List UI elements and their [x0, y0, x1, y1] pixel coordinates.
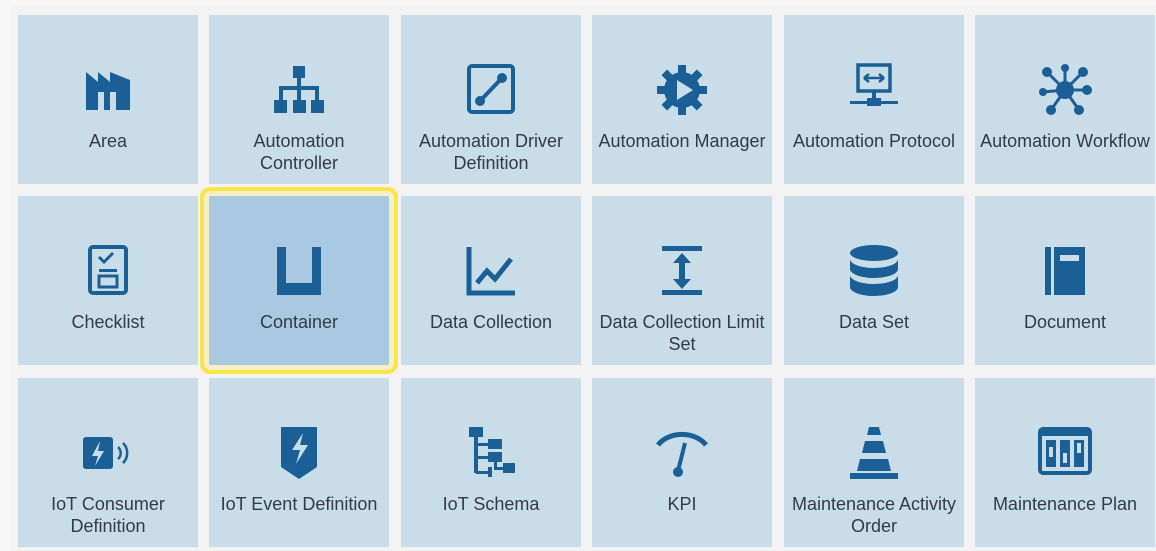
- tile-data-collection[interactable]: Data Collection: [401, 196, 581, 365]
- driver-connection-icon: [463, 62, 519, 118]
- tile-automation-controller[interactable]: Automation Controller: [209, 15, 389, 184]
- tile-label: KPI: [667, 494, 697, 514]
- checklist-icon: [80, 243, 136, 299]
- tile-document[interactable]: Document: [975, 196, 1155, 365]
- tile-maintenance-plan[interactable]: Maintenance Plan: [975, 378, 1155, 547]
- tile-label: Maintenance Activity Order: [791, 494, 957, 536]
- tile-data-collection-limit-set[interactable]: Data Collection Limit Set: [592, 196, 772, 365]
- workflow-nodes-icon: [1037, 62, 1093, 118]
- tile-checklist[interactable]: Checklist: [18, 196, 198, 365]
- tile-data-set[interactable]: Data Set: [784, 196, 964, 365]
- limit-range-icon: [654, 243, 710, 299]
- tile-label: IoT Schema: [442, 494, 540, 514]
- tile-container[interactable]: Container: [200, 187, 398, 374]
- document-icon: [1037, 243, 1093, 299]
- tile-label: Automation Workflow: [980, 131, 1150, 151]
- gear-play-icon: [654, 62, 710, 118]
- tile-label: Document: [1023, 312, 1107, 332]
- iot-event-icon: [271, 425, 327, 481]
- tile-label: Data Set: [838, 312, 910, 332]
- tile-iot-event-definition[interactable]: IoT Event Definition: [209, 378, 389, 547]
- tile-automation-driver-definition[interactable]: Automation Driver Definition: [401, 15, 581, 184]
- tile-automation-manager[interactable]: Automation Manager: [592, 15, 772, 184]
- tile-label: Area: [88, 131, 128, 151]
- traffic-cone-icon: [846, 425, 902, 481]
- line-chart-icon: [463, 243, 519, 299]
- database-icon: [846, 243, 902, 299]
- factory-icon: [80, 62, 136, 118]
- tile-label: Automation Manager: [598, 131, 766, 151]
- tile-label: Container: [259, 312, 339, 332]
- tile-label: Automation Protocol: [792, 131, 956, 151]
- tile-maintenance-activity-order[interactable]: Maintenance Activity Order: [784, 378, 964, 547]
- tile-area[interactable]: Area: [18, 15, 198, 184]
- tile-label: IoT Event Definition: [220, 494, 378, 514]
- tile-label: Checklist: [71, 312, 145, 332]
- tile-label: Automation Controller: [253, 131, 345, 173]
- tile-grid: Area Automation Controller Automation Dr…: [10, 6, 1156, 551]
- tile-iot-schema[interactable]: IoT Schema: [401, 378, 581, 547]
- iot-consumer-icon: [80, 425, 136, 481]
- hierarchy-icon: [271, 62, 327, 118]
- schema-tree-icon: [463, 425, 519, 481]
- tile-automation-workflow[interactable]: Automation Workflow: [975, 15, 1155, 184]
- container-icon: [271, 243, 327, 299]
- tile-label: Maintenance Plan: [992, 494, 1138, 514]
- tile-iot-consumer-definition[interactable]: IoT Consumer Definition: [18, 378, 198, 547]
- tile-kpi[interactable]: KPI: [592, 378, 772, 547]
- tile-label: Data Collection Limit Set: [599, 312, 765, 354]
- maintenance-plan-icon: [1037, 425, 1093, 481]
- gauge-icon: [654, 425, 710, 481]
- network-monitor-icon: [846, 62, 902, 118]
- tile-label: IoT Consumer Definition: [51, 494, 165, 536]
- tile-label: Automation Driver Definition: [418, 131, 564, 173]
- tile-automation-protocol[interactable]: Automation Protocol: [784, 15, 964, 184]
- tile-label: Data Collection: [429, 312, 553, 332]
